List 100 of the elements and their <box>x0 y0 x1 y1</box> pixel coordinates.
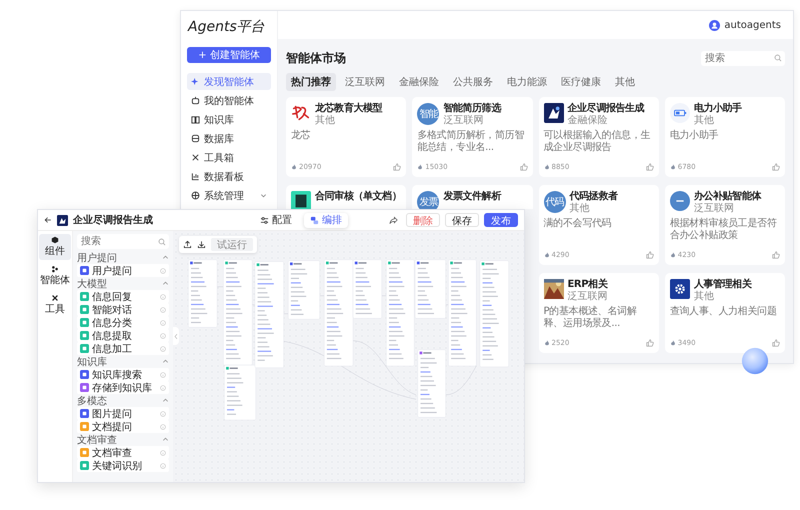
component-item[interactable]: 文档提问 <box>77 420 169 433</box>
thumbs-up-icon[interactable] <box>772 251 780 259</box>
category-tab[interactable]: 公共服务 <box>448 73 498 91</box>
sparkle-icon <box>191 77 200 86</box>
info-icon <box>160 320 166 326</box>
user-name: autoagents <box>724 20 781 30</box>
component-item[interactable]: 图片提问 <box>77 407 169 420</box>
component-item[interactable]: 知识库搜索 <box>77 368 169 381</box>
agent-card[interactable]: 发票 发票文件解析 <box>412 185 532 209</box>
database-icon <box>191 134 200 143</box>
info-icon <box>160 410 166 416</box>
nav-item[interactable]: 数据库 <box>187 130 271 147</box>
flame-icon <box>670 340 676 346</box>
avatar-badge: 智能 <box>417 103 440 125</box>
flame-icon <box>670 252 676 258</box>
thumbs-up-icon[interactable] <box>646 339 654 347</box>
agent-description: 查询人事、人力相关问题 <box>670 306 778 319</box>
group-heading: 知识库 <box>77 356 107 368</box>
category-tab[interactable]: 热门推荐 <box>286 73 336 91</box>
nav-item[interactable]: 发现智能体 <box>187 73 271 90</box>
category-tab[interactable]: 其他 <box>610 73 640 91</box>
search-icon <box>774 54 782 62</box>
create-agent-button[interactable]: + 创建智能体 <box>187 47 271 63</box>
action-button[interactable]: 保存 <box>445 213 479 227</box>
info-icon <box>160 424 166 430</box>
workflow-title: 企业尽调报告生成 <box>73 214 153 227</box>
search-field[interactable]: 搜索 <box>701 50 785 66</box>
agent-description: 电力小助手 <box>670 130 720 143</box>
component-item[interactable]: 用户提问 <box>77 264 169 277</box>
upload-icon[interactable] <box>183 240 192 249</box>
chevron-icon[interactable] <box>162 358 169 365</box>
component-item[interactable]: 信息分类 <box>77 316 169 329</box>
download-icon[interactable] <box>197 240 206 249</box>
action-button[interactable]: 发布 <box>484 213 518 227</box>
info-icon <box>160 372 166 378</box>
mode-tab[interactable]: 配置 <box>254 212 298 228</box>
flame-icon <box>291 164 297 170</box>
share-icon[interactable] <box>389 216 398 224</box>
action-button[interactable]: 删除 <box>406 213 440 227</box>
agent-description: 龙芯 <box>291 130 312 143</box>
nav-item[interactable]: 知识库 <box>187 111 271 128</box>
category-tab[interactable]: 金融保险 <box>394 73 444 91</box>
group-heading: 大模型 <box>77 278 107 290</box>
info-icon <box>160 450 166 456</box>
category-tab[interactable]: 泛互联网 <box>340 73 390 91</box>
agent-category: 其他 <box>570 203 590 215</box>
component-item[interactable]: 智能对话 <box>77 303 169 316</box>
sidebar-tab[interactable]: 工具 <box>39 292 71 318</box>
agent-category: 泛互联网 <box>694 203 735 215</box>
info-icon <box>160 294 166 300</box>
thumbs-up-icon[interactable] <box>520 163 528 171</box>
mode-tab[interactable]: 编排 <box>304 212 348 228</box>
nav-item[interactable]: 数据看板 <box>187 168 271 185</box>
component-item[interactable]: 信息回复 <box>77 290 169 303</box>
nav-item[interactable]: 我的智能体 <box>187 92 271 109</box>
globe-icon <box>191 191 200 200</box>
search-field[interactable]: 搜索 <box>77 234 169 249</box>
thumbs-up-icon[interactable] <box>772 163 780 171</box>
nodes-icon <box>51 265 59 273</box>
robot-icon <box>191 96 200 105</box>
sidebar-tab[interactable]: 组件 <box>39 234 71 260</box>
info-icon <box>160 346 166 352</box>
bot-logo-icon <box>544 103 564 123</box>
chevron-icon[interactable] <box>162 280 169 287</box>
info-icon <box>160 462 166 468</box>
nav-item[interactable]: 工具箱 <box>187 149 271 166</box>
assistant-bubble-icon[interactable] <box>741 347 769 375</box>
back-arrow-icon[interactable] <box>44 216 52 224</box>
flame-icon <box>544 252 550 258</box>
agent-name: 人事管理相关 <box>694 279 752 290</box>
agent-name: 电力小助手 <box>694 103 742 114</box>
thumbs-up-icon[interactable] <box>646 163 654 171</box>
collapse-handle[interactable] <box>173 327 179 345</box>
component-item[interactable]: 信息加工 <box>77 342 169 355</box>
info-icon <box>160 306 166 312</box>
component-item[interactable]: 文档审查 <box>77 446 169 459</box>
category-tab[interactable]: 医疗健康 <box>556 73 606 91</box>
avatar-badge: 发票 <box>417 191 440 209</box>
agent-category: 其他 <box>694 115 715 127</box>
thumbs-up-icon[interactable] <box>772 339 780 347</box>
agent-description: 可以根据输入的信息，生成企业尽调报告 <box>544 130 652 154</box>
chevron-icon[interactable] <box>162 254 169 261</box>
agent-description: P的基本概述、名词解释、运用场景及... <box>544 306 638 330</box>
nav-item[interactable]: 系统管理 <box>187 187 271 204</box>
component-item[interactable]: 存储到知识库 <box>77 381 169 394</box>
chevron-icon[interactable] <box>162 397 169 404</box>
agent-card[interactable]: 合同审核（单文档） <box>286 185 406 209</box>
flame-icon <box>544 164 550 170</box>
avatar-badge: 代码 <box>544 191 566 213</box>
sidebar-tab[interactable]: 智能体 <box>39 263 71 289</box>
component-item[interactable]: 信息提取 <box>77 329 169 342</box>
chevron-icon[interactable] <box>162 436 169 443</box>
agent-category: 其他 <box>694 291 715 303</box>
thumbs-up-icon[interactable] <box>393 163 402 171</box>
category-tab[interactable]: 电力能源 <box>502 73 552 91</box>
flame-icon <box>417 164 424 170</box>
agent-name: 龙芯教育大模型 <box>315 103 382 114</box>
component-item[interactable]: 关键词识别 <box>77 459 169 472</box>
page-title: 智能体市场 <box>286 50 346 66</box>
thumbs-up-icon[interactable] <box>646 251 654 259</box>
